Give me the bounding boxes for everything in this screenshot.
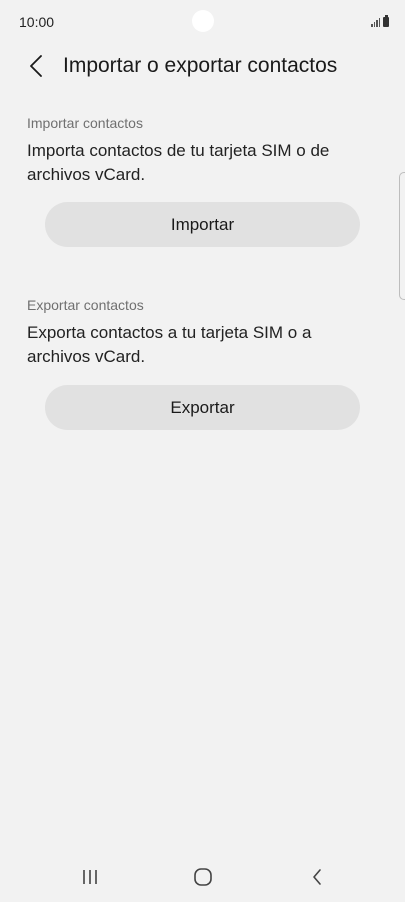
export-section: Exportar contactos Exporta contactos a t… <box>27 295 367 369</box>
battery-icon <box>383 15 389 27</box>
status-time: 10:00 <box>19 14 55 30</box>
camera-cutout <box>192 10 214 32</box>
system-back-button[interactable] <box>302 862 332 892</box>
import-button[interactable]: Importar <box>45 202 360 247</box>
import-section-label: Importar contactos <box>27 115 143 131</box>
page-title: Importar o exportar contactos <box>63 54 338 77</box>
import-section-description: Importa contactos de tu tarjeta SIM o de… <box>27 141 330 184</box>
recents-icon <box>83 870 97 884</box>
export-button[interactable]: Exportar <box>45 385 360 430</box>
app-header: Importar o exportar contactos <box>0 46 405 88</box>
navigation-bar <box>0 852 405 902</box>
export-section-description: Exporta contactos a tu tarjeta SIM o a a… <box>27 323 312 366</box>
home-icon <box>194 868 212 886</box>
status-icons <box>371 15 389 27</box>
signal-icon <box>371 17 380 27</box>
chevron-left-icon <box>30 55 42 77</box>
import-section: Importar contactos Importa contactos de … <box>27 113 367 187</box>
back-button[interactable] <box>22 52 50 80</box>
home-button[interactable] <box>188 862 218 892</box>
back-icon <box>313 869 321 885</box>
export-section-label: Exportar contactos <box>27 297 144 313</box>
scroll-indicator[interactable] <box>399 172 405 300</box>
recents-button[interactable] <box>75 862 105 892</box>
status-bar: 10:00 <box>0 0 405 44</box>
